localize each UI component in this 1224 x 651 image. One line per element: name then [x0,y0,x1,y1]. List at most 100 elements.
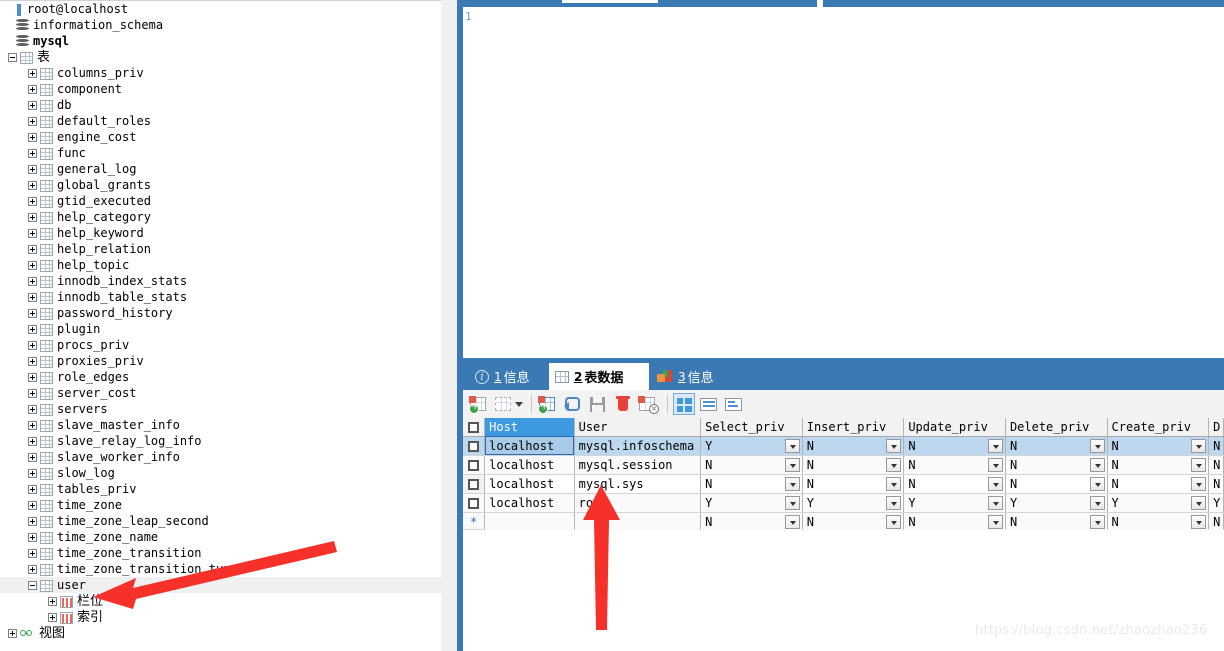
tree-expander-plus[interactable] [28,181,37,190]
cell-create_priv[interactable]: N [1107,436,1210,456]
tree-expander-plus[interactable] [28,325,37,334]
cell-delete_priv[interactable]: N [1005,436,1108,456]
sql-editor[interactable]: 1 [457,7,1224,358]
tree-expander-plus[interactable] [28,85,37,94]
tree-item-table-31[interactable]: time_zone_transition_type [0,561,441,577]
new-cell-create_priv[interactable]: N [1107,512,1210,532]
tree-item-table-11[interactable]: help_relation [0,241,441,257]
cell-dropdown-button[interactable] [1089,457,1105,472]
checkbox-icon[interactable] [468,478,480,490]
table-body[interactable]: localhost mysql.infoschema Y N N N N Nlocalhost… [463,436,1224,532]
tree-item-table-5[interactable]: func [0,145,441,161]
new-cell-update_priv[interactable]: N [903,512,1006,532]
column-header-host[interactable]: Host [484,418,575,437]
cell-select_priv[interactable]: N [700,455,803,475]
table-header[interactable]: Host User Select_priv Insert_priv Update_pri… [463,418,1224,437]
tree-item-database-0[interactable]: information_schema [0,17,441,33]
result-tab-bar[interactable]: i 1 信息 2 表数据 3 信息 [457,358,1224,390]
tree-item-table-29[interactable]: time_zone_name [0,529,441,545]
new-cell-host[interactable] [484,512,575,532]
cell-dropdown-button[interactable] [987,495,1003,510]
tree-expander-plus[interactable] [28,117,37,126]
checkbox-icon[interactable] [468,440,480,452]
tree-expander-plus[interactable] [28,133,37,142]
chevron-down-icon[interactable] [515,402,523,407]
cell-dropdown-button[interactable] [1191,476,1207,491]
tree-expander-plus[interactable] [28,277,37,286]
tree-item-table-10[interactable]: help_keyword [0,225,441,241]
new-cell-user[interactable] [574,512,702,532]
cell-delete_priv[interactable]: N [1005,474,1108,494]
tree-item-table-22[interactable]: slave_master_info [0,417,441,433]
cell-dropdown-button[interactable] [1089,514,1105,529]
tree-expander-plus[interactable] [28,453,37,462]
cell-dropdown-button[interactable] [1191,495,1207,510]
cell-select_priv[interactable]: Y [700,436,803,456]
tree-expander-plus[interactable] [28,101,37,110]
cancel-record-button[interactable]: × [637,393,659,415]
cell-dropdown-button[interactable] [987,457,1003,472]
data-table[interactable]: Host User Select_priv Insert_priv Update_pri… [463,418,1224,532]
tree-expander-plus[interactable] [28,389,37,398]
cell-host[interactable]: localhost [484,474,575,494]
cell-dropdown-button[interactable] [1191,457,1207,472]
cell-dropdown-button[interactable] [987,514,1003,529]
tree-item-table-18[interactable]: proxies_priv [0,353,441,369]
database-tree-panel[interactable]: root@localhost information_schema mysql 表 co… [0,0,441,651]
tree-item-table-2[interactable]: db [0,97,441,113]
cell-insert_priv[interactable]: N [802,474,905,494]
cell-host[interactable]: localhost [484,436,575,456]
tree-expander-plus[interactable] [28,149,37,158]
add-record-button[interactable] [537,393,559,415]
tree-item-table-13[interactable]: innodb_index_stats [0,273,441,289]
cell-insert_priv[interactable]: N [802,436,905,456]
cell-d[interactable]: N [1208,455,1224,475]
cell-dropdown-button[interactable] [784,495,800,510]
tree-expander-plus[interactable] [28,293,37,302]
tree-item-table-1[interactable]: component [0,81,441,97]
tree-expander-plus[interactable] [28,517,37,526]
cell-dropdown-button[interactable] [1089,438,1105,453]
cell-create_priv[interactable]: Y [1107,493,1210,513]
tree-expander-plus[interactable] [28,261,37,270]
cell-dropdown-button[interactable] [784,476,800,491]
cell-d[interactable]: N [1208,436,1224,456]
tree-item-tables-group[interactable]: 表 [0,49,441,65]
checkbox-icon[interactable] [468,459,480,471]
row-select-cell[interactable] [463,436,486,456]
table-row[interactable]: localhost mysql.infoschema Y N N N N N [463,436,1224,456]
new-cell-d[interactable]: N [1208,512,1224,532]
tree-item-table-24[interactable]: slave_worker_info [0,449,441,465]
tree-item-table-8[interactable]: gtid_executed [0,193,441,209]
tree-item-table-12[interactable]: help_topic [0,257,441,273]
cell-d[interactable]: Y [1208,493,1224,513]
column-header-insert_priv[interactable]: Insert_priv [802,418,905,437]
cell-update_priv[interactable]: N [903,436,1006,456]
tree-expander-plus[interactable] [28,357,37,366]
tree-item-table-7[interactable]: global_grants [0,177,441,193]
tree-item-database-1[interactable]: mysql [0,33,441,49]
tree-expander-plus[interactable] [48,613,57,622]
tree-expander-plus[interactable] [28,469,37,478]
cell-dropdown-button[interactable] [1089,476,1105,491]
form-view-button[interactable] [698,393,720,415]
column-header-select_priv[interactable]: Select_priv [700,418,803,437]
tree-item-table-6[interactable]: general_log [0,161,441,177]
tree-expander-minus[interactable] [8,53,17,62]
cell-update_priv[interactable]: Y [903,493,1006,513]
tree-item-field-icon-0[interactable]: 栏位 [0,593,441,609]
refresh-record-button[interactable] [562,393,584,415]
tree-item-table-15[interactable]: password_history [0,305,441,321]
cell-user[interactable]: mysql.sys [574,474,702,494]
cell-d[interactable]: N [1208,474,1224,494]
tree-expander-plus[interactable] [28,213,37,222]
cell-dropdown-button[interactable] [784,514,800,529]
delete-record-button[interactable] [612,393,634,415]
grid-toolbar[interactable]: × [457,390,1224,418]
cell-select_priv[interactable]: Y [700,493,803,513]
tree-item-table-20[interactable]: server_cost [0,385,441,401]
table-row[interactable]: localhost root Y Y Y Y Y Y [463,493,1224,513]
database-tree[interactable]: root@localhost information_schema mysql 表 co… [0,1,441,641]
cell-update_priv[interactable]: N [903,455,1006,475]
tree-item-table-4[interactable]: engine_cost [0,129,441,145]
